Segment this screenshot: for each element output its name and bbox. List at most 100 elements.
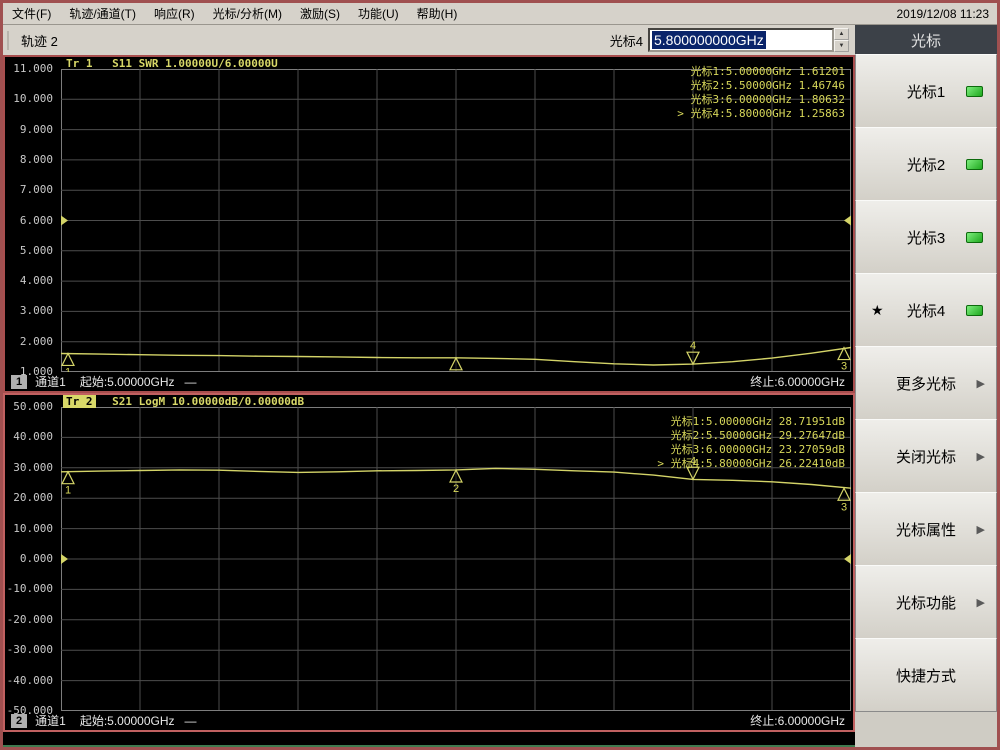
submenu-arrow-icon: ▶	[976, 596, 985, 609]
y-tick-label: 2.000	[19, 334, 53, 348]
trace-format-tr2: S21 LogM 10.00000dB/0.00000dB	[112, 395, 305, 408]
trace-format-tr1: S11 SWR 1.00000U/6.00000U	[112, 57, 278, 70]
main-area: 轨迹 2 光标4 5.800000000GHz ▲ ▼ Tr 1 S11 SWR…	[3, 25, 855, 747]
y-tick-label: 9.000	[19, 122, 53, 136]
marker-number-label: 3	[841, 501, 847, 513]
marker-readout-line: 光标2:5.50000GHz 29.27647dB	[670, 429, 845, 442]
menu-item[interactable]: 响应(R)	[145, 5, 204, 22]
marker-triangle-icon	[61, 470, 75, 485]
y-tick-label: -10.000	[6, 582, 53, 596]
menu-items: 文件(F) 轨迹/通道(T) 响应(R) 光标/分析(M) 激励(S) 功能(U) 帮助(H…	[3, 5, 466, 22]
menu-item[interactable]: 功能(U)	[349, 5, 408, 22]
active-marker-star-icon: ★	[871, 301, 884, 318]
trace-tag-tr1[interactable]: Tr 1	[63, 57, 96, 70]
marker-number-label: 2	[453, 483, 459, 495]
sidebar-button-label: 光标3	[906, 229, 946, 247]
sweep-indicator: —	[184, 713, 197, 728]
marker-readout-line: > 光标4:5.80000GHz 1.25863	[677, 107, 845, 120]
chart-panel-s21: Tr 2 S21 LogM 10.00000dB/0.00000dB 光标1:5…	[3, 393, 855, 732]
marker-number-label: 1	[65, 485, 71, 497]
y-tick-label: 3.000	[19, 304, 53, 318]
menu-item[interactable]: 光标/分析(M)	[204, 5, 291, 22]
sweep-indicator: —	[184, 374, 197, 389]
y-tick-label: 50.000	[13, 400, 53, 413]
marker-readout-line: 光标2:5.50000GHz 1.46746	[690, 79, 845, 92]
sidebar-button-关闭光标[interactable]: 关闭光标 ▶	[855, 419, 997, 493]
frequency-stepper: ▲ ▼	[834, 28, 849, 52]
sidebar-button-光标4[interactable]: ★ 光标4	[855, 273, 997, 347]
marker-frequency-input[interactable]: 5.800000000GHz	[648, 28, 834, 52]
sidebar-button-label: 光标1	[906, 83, 946, 101]
sidebar-button-光标1[interactable]: 光标1	[855, 54, 997, 128]
trace-header-s21: Tr 2 S21 LogM 10.00000dB/0.00000dB	[63, 395, 304, 408]
y-tick-label: 7.000	[19, 183, 53, 197]
menu-item[interactable]: 激励(S)	[291, 5, 349, 22]
marker-sidebar: 光标 光标1 光标2 光标3 ★ 光标4 更多光标 ▶ 关闭光标 ▶ 光标属性 ▶ 光标功能 ▶ 快捷方式	[855, 25, 997, 747]
channel-name: 通道1	[35, 375, 66, 389]
ref-level-left-arrow-icon	[61, 554, 68, 564]
menu-bar: 文件(F) 轨迹/通道(T) 响应(R) 光标/分析(M) 激励(S) 功能(U) 帮助(H…	[3, 3, 997, 25]
toolbar: 轨迹 2 光标4 5.800000000GHz ▲ ▼	[3, 25, 855, 55]
sidebar-button-更多光标[interactable]: 更多光标 ▶	[855, 346, 997, 420]
y-tick-label: 20.000	[13, 491, 53, 505]
sidebar-button-光标属性[interactable]: 光标属性 ▶	[855, 492, 997, 566]
stepper-down-button[interactable]: ▼	[834, 40, 849, 52]
sweep-start-label: 起始:5.00000GHz	[79, 375, 175, 389]
channel-badge: 2	[11, 713, 28, 728]
sidebar-button-label: 光标4	[906, 302, 946, 320]
sweep-stop-label: 终止:6.00000GHz	[750, 714, 845, 728]
ref-level-right-arrow-icon	[844, 554, 851, 564]
marker-on-led-icon	[966, 158, 983, 170]
sidebar-button-label: 关闭光标	[895, 448, 956, 466]
marker-on-led-icon	[966, 231, 983, 243]
trace-header-s11: Tr 1 S11 SWR 1.00000U/6.00000U	[63, 57, 278, 70]
menu-item[interactable]: 轨迹/通道(T)	[60, 5, 145, 22]
marker-readout-s11: 光标1:5.00000GHz 1.61201 光标2:5.50000GHz 1.4…	[677, 65, 845, 121]
sidebar-button-快捷方式[interactable]: 快捷方式	[855, 638, 997, 712]
chart-footer-s11: 1 通道1 起始:5.00000GHz — 终止:6.00000GHz	[5, 372, 853, 391]
y-tick-label: -40.000	[6, 673, 53, 687]
y-tick-label: 10.000	[13, 521, 53, 535]
ref-level-left-arrow-icon	[61, 215, 68, 226]
y-tick-label: 5.000	[19, 243, 53, 257]
marker-number-label: 4	[690, 340, 696, 352]
marker-triangle-icon	[61, 352, 75, 367]
chart-panel-s11: Tr 1 S11 SWR 1.00000U/6.00000U 光标1:5.000…	[3, 55, 855, 393]
y-tick-label: 30.000	[13, 460, 53, 474]
marker-readout-line: 光标1:5.00000GHz 28.71951dB	[670, 415, 845, 428]
y-tick-label: 11.000	[13, 62, 53, 75]
sidebar-button-光标2[interactable]: 光标2	[855, 127, 997, 201]
y-tick-label: 10.000	[13, 92, 53, 106]
marker-number-label: 3	[841, 361, 847, 372]
marker-readout-s21: 光标1:5.00000GHz 28.71951dB 光标2:5.50000GHz …	[657, 415, 845, 471]
menu-item[interactable]: 文件(F)	[3, 5, 60, 22]
menu-item[interactable]: 帮助(H)	[408, 5, 467, 22]
ref-level-right-arrow-icon	[844, 215, 851, 226]
marker-on-led-icon	[966, 304, 983, 316]
y-tick-label: 4.000	[19, 274, 53, 288]
sidebar-button-label: 光标2	[906, 156, 946, 174]
sweep-start-label: 起始:5.00000GHz	[79, 714, 175, 728]
sidebar-button-label: 快捷方式	[895, 667, 956, 685]
marker-triangle-icon	[686, 351, 700, 366]
marker-readout-line: 光标3:6.00000GHz 23.27059dB	[670, 443, 845, 456]
sidebar-button-光标功能[interactable]: 光标功能 ▶	[855, 565, 997, 639]
active-trace-label[interactable]: 轨迹 2	[7, 30, 58, 50]
y-tick-label: -20.000	[6, 612, 53, 626]
y-tick-label: 6.000	[19, 213, 53, 227]
submenu-arrow-icon: ▶	[976, 377, 985, 390]
marker-frequency-value: 5.800000000GHz	[652, 31, 766, 49]
sidebar-button-label: 光标属性	[895, 521, 956, 539]
stepper-up-button[interactable]: ▲	[834, 28, 849, 40]
datetime-display: 2019/12/08 11:23	[896, 6, 989, 21]
sidebar-button-label: 光标功能	[895, 594, 956, 612]
sidebar-button-光标3[interactable]: 光标3	[855, 200, 997, 274]
sweep-stop-label: 终止:6.00000GHz	[750, 375, 845, 389]
trace-tag-tr2[interactable]: Tr 2	[63, 395, 96, 408]
marker-on-led-icon	[966, 85, 983, 97]
y-tick-label: 0.000	[19, 552, 53, 565]
marker-readout-line: 光标1:5.00000GHz 1.61201	[690, 65, 845, 78]
submenu-arrow-icon: ▶	[976, 523, 985, 536]
y-tick-label: 40.000	[13, 430, 53, 444]
sidebar-buttons: 光标1 光标2 光标3 ★ 光标4 更多光标 ▶ 关闭光标 ▶ 光标属性 ▶ 光标功能 ▶ 快捷方式	[855, 54, 997, 712]
